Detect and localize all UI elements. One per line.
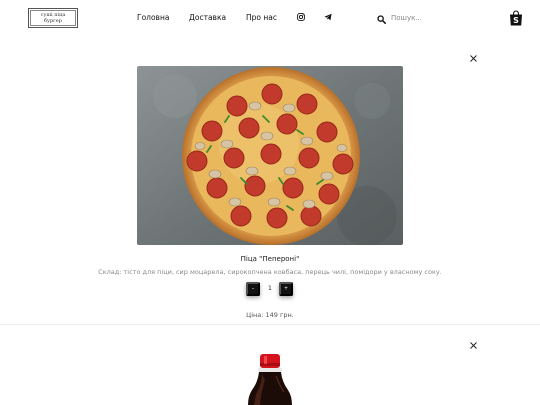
logo-frame: суші піца бургер [30, 10, 76, 26]
svg-text:S: S [513, 16, 519, 25]
instagram-icon[interactable] [296, 12, 306, 22]
site-logo[interactable]: суші піца бургер [28, 8, 78, 28]
product-image-pizza [137, 66, 403, 245]
close-icon[interactable] [469, 48, 479, 62]
close-icon[interactable] [469, 335, 479, 349]
nav-link-delivery[interactable]: Доставка [189, 13, 226, 22]
product-divider [0, 324, 540, 325]
search-input[interactable] [391, 14, 451, 22]
logo-line-2: бургер [44, 18, 62, 24]
product-price: Ціна: 149 грн. [246, 311, 294, 319]
site-header: суші піца бургер Головна Доставка Про на… [0, 0, 540, 38]
nav-link-about[interactable]: Про нас [246, 13, 277, 22]
quantity-value: 1 [267, 284, 273, 292]
quantity-stepper: - 1 + [246, 282, 294, 297]
search-bar[interactable] [377, 11, 457, 25]
cart-icon[interactable]: S [509, 10, 523, 26]
nav-link-home[interactable]: Головна [137, 13, 169, 22]
increment-button[interactable]: + [279, 282, 293, 296]
product-image-cola-bottle [240, 352, 300, 405]
search-icon[interactable] [377, 9, 386, 28]
product-title: Піца "Пепероні" [240, 255, 300, 263]
telegram-icon[interactable] [323, 12, 333, 22]
decrement-button[interactable]: - [246, 282, 260, 296]
product-description: Склад: тісто для піци, сир моцарела, сир… [98, 268, 442, 276]
